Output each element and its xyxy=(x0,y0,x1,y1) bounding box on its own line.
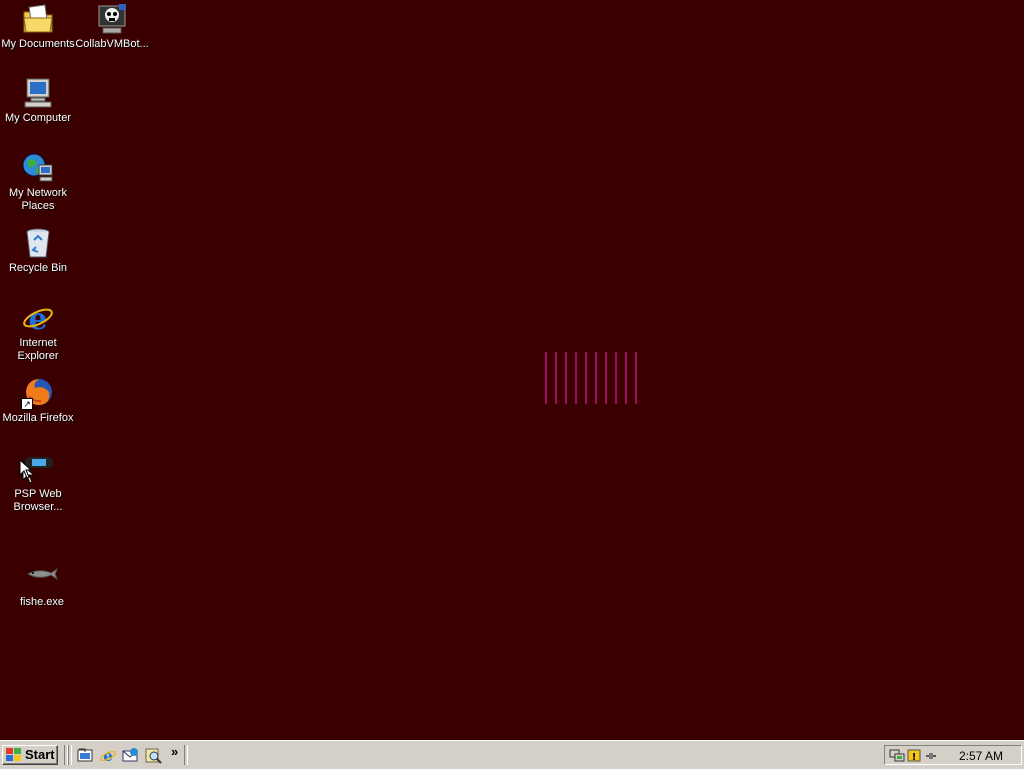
windows-logo-icon xyxy=(6,748,22,762)
desktop-icon-mozilla-firefox[interactable]: ↗ Mozilla Firefox xyxy=(0,376,76,425)
desktop-icon-label: My Network Places xyxy=(8,187,68,212)
clock[interactable]: 2:57 AM xyxy=(959,749,1003,763)
desktop-icon-label: My Computer xyxy=(4,112,72,124)
show-desktop-icon[interactable] xyxy=(76,747,94,764)
desktop-icon-label: fishe.exe xyxy=(19,596,65,608)
desktop-icon-internet-explorer[interactable]: e Internet Explorer xyxy=(0,301,76,363)
volume-icon[interactable] xyxy=(923,748,939,763)
skull-computer-icon xyxy=(95,2,129,36)
desktop-icon-recycle-bin[interactable]: Recycle Bin xyxy=(0,226,76,275)
desktop-icon-my-documents[interactable]: My Documents xyxy=(0,2,76,51)
start-button[interactable]: Start xyxy=(2,745,58,765)
desktop-icon-my-network-places[interactable]: My Network Places xyxy=(0,151,76,213)
svg-text:e: e xyxy=(103,747,113,764)
quick-launch-chevron[interactable]: » xyxy=(171,744,178,759)
folder-documents-icon xyxy=(21,2,55,36)
internet-explorer-icon: e xyxy=(21,301,55,337)
mouse-cursor-icon xyxy=(19,459,32,479)
svg-text:e: e xyxy=(28,302,47,335)
desktop-icon-fishe-exe[interactable]: fishe.exe xyxy=(4,560,80,609)
desktop-icon-label: PSP Web Browser... xyxy=(13,488,63,513)
desktop-icon-psp-web-browser[interactable]: PSP Web Browser... xyxy=(0,452,76,514)
desktop-icon-label: Mozilla Firefox xyxy=(2,412,74,424)
desktop-icon-label: Internet Explorer xyxy=(17,337,59,362)
desktop-icon-collabvmbot[interactable]: CollabVMBot... xyxy=(74,2,150,51)
taskbar-grip[interactable] xyxy=(68,745,72,765)
start-label: Start xyxy=(25,747,55,762)
desktop-icon-label: My Documents xyxy=(1,38,75,50)
search-icon[interactable] xyxy=(144,747,162,764)
firefox-icon: ↗ xyxy=(21,376,55,410)
vertical-lines-graphic xyxy=(545,352,637,404)
network-globe-icon xyxy=(21,151,55,185)
fish-icon xyxy=(25,560,59,594)
internet-explorer-icon[interactable]: e xyxy=(99,747,117,764)
recycle-bin-icon xyxy=(21,226,55,260)
desktop-icon-label: CollabVMBot... xyxy=(75,38,149,50)
desktop: My Documents CollabVMBot... My Computer … xyxy=(0,0,1024,740)
svg-text:!: ! xyxy=(912,752,917,763)
taskbar: Start e » ! 2:57 AM xyxy=(0,740,1024,769)
network-connection-icon[interactable] xyxy=(889,748,905,763)
outlook-express-icon[interactable] xyxy=(121,747,139,764)
system-tray: ! 2:57 AM xyxy=(884,745,1022,765)
taskbar-separator xyxy=(184,745,188,765)
desktop-icon-my-computer[interactable]: My Computer xyxy=(0,76,76,125)
security-alert-icon[interactable]: ! xyxy=(906,748,922,763)
desktop-icon-label: Recycle Bin xyxy=(8,262,68,274)
shortcut-arrow-icon: ↗ xyxy=(21,398,33,410)
computer-icon xyxy=(21,76,55,110)
